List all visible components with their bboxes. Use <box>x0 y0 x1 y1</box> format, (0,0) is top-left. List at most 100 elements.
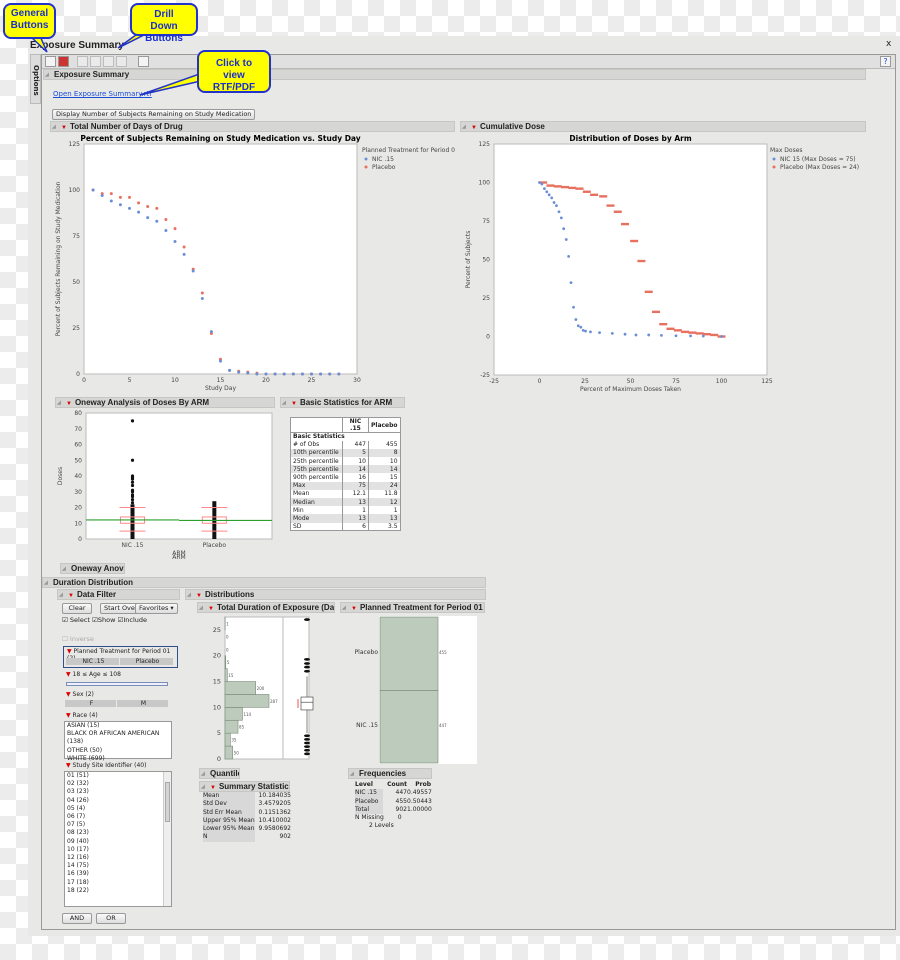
list-item[interactable]: 08 (23) <box>67 829 171 837</box>
outlier-point <box>304 734 310 738</box>
list-item[interactable]: 04 (26) <box>67 797 171 805</box>
table-row: Upper 95% Mean 10.410002 <box>203 816 291 826</box>
red-triangle-icon[interactable]: ▼ <box>351 606 357 612</box>
data-filter-header[interactable]: ▼Data Filter <box>57 589 180 600</box>
list-item[interactable]: 03 (23) <box>67 788 171 796</box>
basic-stats-header[interactable]: ▼Basic Statistics for ARM <box>280 397 405 408</box>
data-point <box>164 228 168 232</box>
close-button[interactable]: x <box>886 39 891 49</box>
legend-marker <box>364 157 368 161</box>
inverse-option[interactable]: ☐ Inverse <box>62 635 94 643</box>
y-tick-label: 20 <box>213 652 221 660</box>
red-triangle-icon[interactable]: ▼ <box>210 785 216 791</box>
list-item[interactable]: 12 (16) <box>67 854 171 862</box>
data-point <box>540 182 544 186</box>
cell: 0.50443 <box>407 797 432 805</box>
sex-filter-title[interactable]: ▼ Sex (2) <box>64 691 94 698</box>
outlier-point <box>304 669 310 673</box>
filter-option-nic[interactable]: NIC .15 <box>66 658 119 665</box>
list-item[interactable]: BLACK OR AFRICAN AMERICAN (138) <box>67 730 171 746</box>
or-button[interactable]: OR <box>96 913 126 924</box>
bar-label: 114 <box>243 712 251 717</box>
summary-stats-header[interactable]: ▼Summary Statistics <box>199 781 290 792</box>
cumulative-header[interactable]: ▼Cumulative Dose <box>460 121 866 132</box>
red-triangle-icon[interactable]: ▼ <box>66 401 72 407</box>
oneway-header[interactable]: ▼Oneway Analysis of Doses By ARM <box>55 397 275 408</box>
data-point <box>118 203 122 207</box>
data-point <box>128 206 131 210</box>
age-filter-title[interactable]: ▼ 18 ≤ Age ≤ 108 <box>64 671 121 678</box>
cell: Min <box>290 506 343 515</box>
stat-label: Upper 95% Mean <box>203 816 255 826</box>
filter-option-m[interactable]: M <box>117 700 168 707</box>
data-point <box>647 333 651 337</box>
help-button[interactable]: ? <box>880 56 891 67</box>
list-item[interactable]: OTHER (50) <box>67 747 171 755</box>
list-item[interactable]: 07 (5) <box>67 821 171 829</box>
and-button[interactable]: AND <box>62 913 92 924</box>
race-filter-title[interactable]: ▼ Race (4) <box>64 712 98 719</box>
data-point <box>553 185 562 188</box>
data-point <box>246 371 250 375</box>
race-list[interactable]: ASIAN (15) BLACK OR AFRICAN AMERICAN (138… <box>64 721 172 762</box>
histogram-bar <box>224 707 243 721</box>
outlier-point <box>304 741 310 745</box>
data-point <box>200 297 204 301</box>
select-label: Select <box>69 616 90 624</box>
list-item[interactable]: 14 (75) <box>67 862 171 870</box>
list-item[interactable]: ASIAN (15) <box>67 722 171 730</box>
duration-header[interactable]: Duration Distribution <box>42 577 486 588</box>
red-triangle-icon[interactable]: ▼ <box>208 606 214 612</box>
y-tick-label: 50 <box>74 457 82 464</box>
total-duration-header[interactable]: ▼Total Duration of Exposure (Days) <box>197 602 335 613</box>
red-triangle-icon[interactable]: ▼ <box>291 401 297 407</box>
display-subjects-button[interactable]: Display Number of Subjects Remaining on … <box>52 109 256 120</box>
list-item[interactable]: 18 (22) <box>67 887 171 895</box>
frequencies-header[interactable]: Frequencies <box>348 768 432 779</box>
frequencies-table: Level Count Prob NIC .15 447 0.49557 Placebo 45… <box>355 781 433 831</box>
y-tick-label: 0 <box>78 536 82 543</box>
distributions-header[interactable]: ▼Distributions <box>185 589 486 600</box>
filter-option-placebo[interactable]: Placebo <box>120 658 173 665</box>
clear-button[interactable]: Clear <box>62 603 92 614</box>
site-list[interactable]: 01 (51) 02 (32) 03 (23) 04 (26) 05 (4) 06 (7)… <box>64 771 172 907</box>
data-point <box>328 372 332 376</box>
data-point <box>228 368 232 372</box>
red-triangle-icon[interactable]: ▼ <box>68 593 74 599</box>
quantiles-header[interactable]: Quantiles <box>199 768 240 779</box>
bar-label: 15 <box>228 673 234 678</box>
age-slider[interactable] <box>66 682 168 686</box>
list-item[interactable]: 10 (17) <box>67 846 171 854</box>
list-item[interactable]: 05 (4) <box>67 805 171 813</box>
days-header[interactable]: ▼Total Number of Days of Drug <box>50 121 455 132</box>
select-checkbox[interactable]: ☑ <box>62 616 68 624</box>
cell: 12.1 <box>342 489 369 498</box>
mosaic-bar <box>379 616 439 691</box>
data-point <box>695 332 704 335</box>
red-triangle-icon[interactable]: ▼ <box>471 125 477 131</box>
site-scrollbar[interactable] <box>163 772 171 906</box>
x-tick-label: 125 <box>761 378 773 385</box>
x-tick-label: Placebo <box>203 542 227 549</box>
list-item[interactable]: 16 (39) <box>67 870 171 878</box>
red-triangle-icon[interactable]: ▼ <box>61 125 67 131</box>
inverse-checkbox[interactable]: ☐ <box>62 635 68 643</box>
oneway-anova-header[interactable]: Oneway Anova <box>60 563 125 574</box>
data-point <box>575 187 584 190</box>
favorites-button[interactable]: Favorites ▾ <box>135 603 178 614</box>
bar-label: 447 <box>439 723 447 728</box>
data-point <box>555 204 558 207</box>
list-item[interactable]: 17 (18) <box>67 879 171 887</box>
red-triangle-icon[interactable]: ▼ <box>196 593 202 599</box>
list-item[interactable]: 01 (51) <box>67 772 171 780</box>
list-item[interactable]: 06 (7) <box>67 813 171 821</box>
filter-option-f[interactable]: F <box>65 700 116 707</box>
scrollbar-thumb[interactable] <box>165 782 170 822</box>
data-point <box>137 201 141 205</box>
site-filter-title[interactable]: ▼ Study Site Identifier (40) <box>64 762 146 769</box>
planned-treatment-header[interactable]: ▼Planned Treatment for Period 01 <box>340 602 485 613</box>
list-item[interactable]: 09 (40) <box>67 838 171 846</box>
table-row: 90th percentile 16 15 <box>290 473 401 482</box>
list-item[interactable]: 02 (32) <box>67 780 171 788</box>
cell: 75 <box>342 481 369 490</box>
